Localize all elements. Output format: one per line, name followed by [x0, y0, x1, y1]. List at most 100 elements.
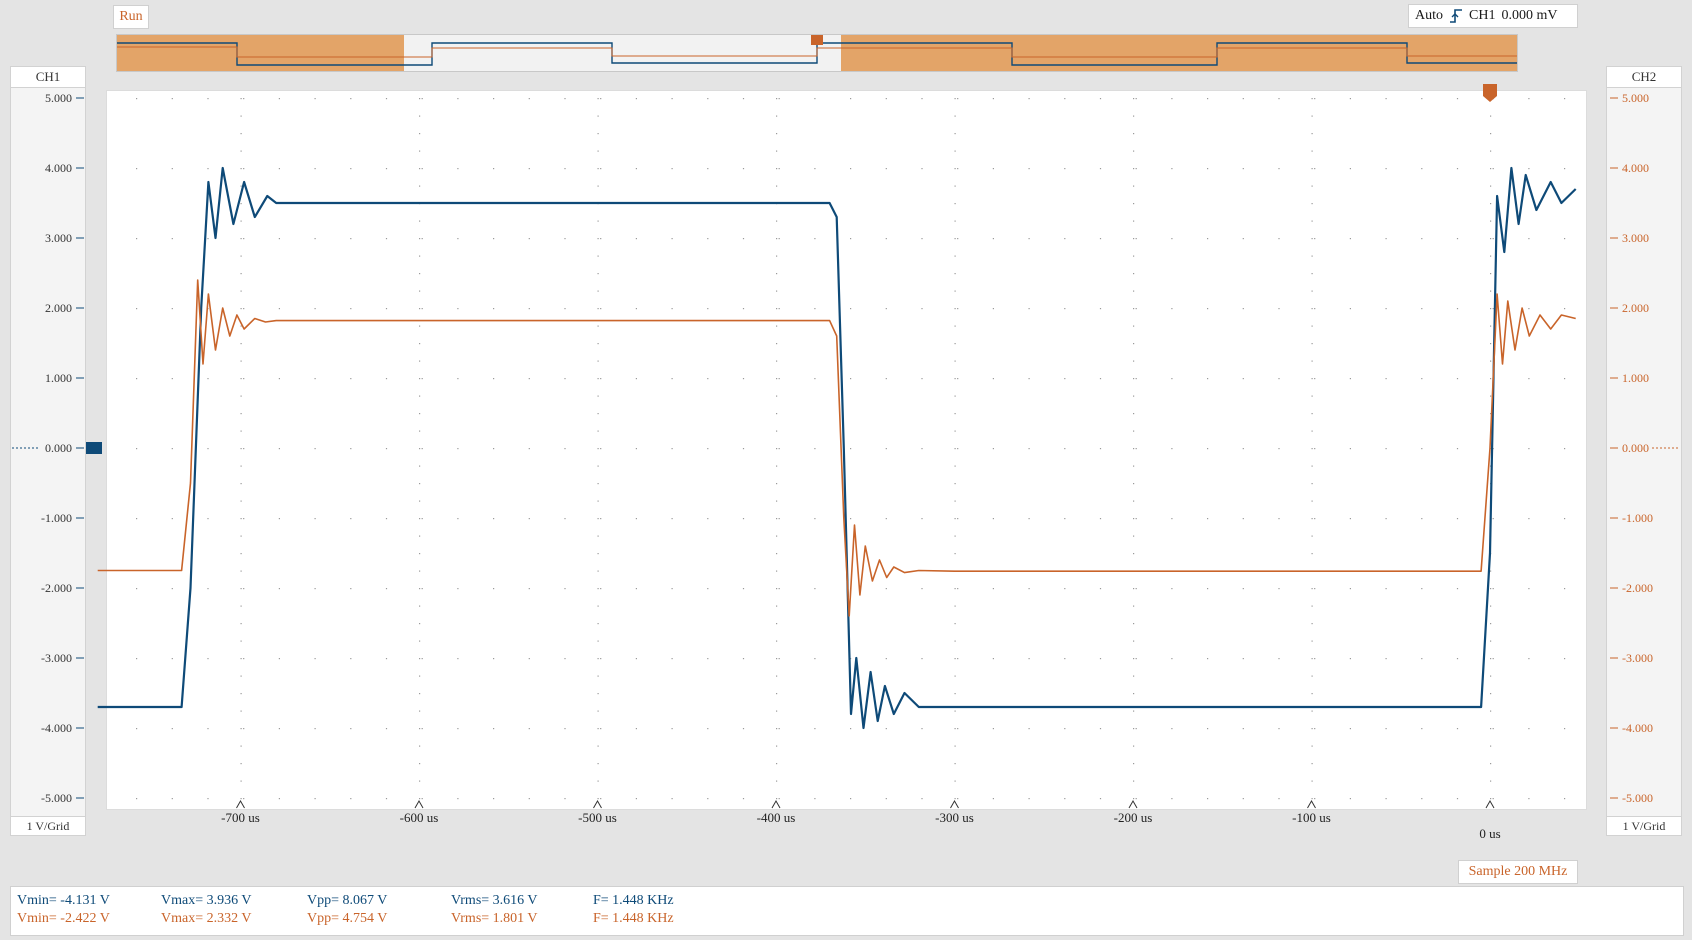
ch1-y-tick-label: -2.000 — [41, 581, 72, 595]
grid-dot — [992, 448, 994, 450]
grid-dot — [419, 640, 421, 642]
grid-dot — [1311, 185, 1313, 187]
grid-dot — [707, 448, 709, 450]
grid-dot — [419, 448, 421, 450]
grid-dot — [350, 448, 352, 450]
grid-dot — [1490, 255, 1492, 257]
grid-dot — [457, 588, 459, 590]
grid-dot — [597, 273, 599, 275]
grid-dot — [421, 798, 423, 800]
trigger-position-marker[interactable] — [1483, 84, 1497, 102]
grid-dot — [885, 378, 887, 380]
grid-dot — [776, 168, 778, 170]
grid-dot — [1311, 273, 1313, 275]
grid-dot — [992, 728, 994, 730]
grid-dot — [1207, 588, 1209, 590]
grid-dot — [1311, 378, 1313, 380]
grid-dot — [1171, 378, 1173, 380]
grid-dot — [954, 168, 956, 170]
grid-dot — [954, 798, 956, 800]
grid-dot — [954, 518, 956, 520]
grid-dot — [850, 448, 852, 450]
sample-rate-label[interactable]: Sample 200 MHz — [1458, 860, 1578, 884]
ch1-vpp: Vpp= 8.067 V — [307, 893, 388, 908]
grid-dot — [850, 168, 852, 170]
time-axis-ticks: -700 us -600 us -500 us -400 us -300 us -200 … — [221, 799, 1501, 841]
grid-dot — [1492, 728, 1494, 730]
grid-dot — [1028, 518, 1030, 520]
grid-dot — [1278, 378, 1280, 380]
grid-dot — [776, 798, 778, 800]
grid-dot — [671, 448, 673, 450]
grid-dot — [1207, 728, 1209, 730]
ch2-y-tick-label: -3.000 — [1622, 651, 1653, 665]
grid-dot — [1385, 728, 1387, 730]
grid-dot — [1456, 518, 1459, 520]
grid-dot — [1171, 168, 1173, 170]
grid-dot — [1242, 168, 1244, 170]
grid-dot — [1133, 238, 1135, 240]
grid-dot — [1135, 98, 1137, 100]
grid-dot — [1135, 588, 1137, 590]
grid-dot — [954, 325, 956, 327]
grid-dot — [776, 535, 778, 537]
grid-dot — [1064, 798, 1066, 800]
grid-dot — [597, 168, 599, 170]
ch1-y-tick-label: 0.000 — [45, 441, 72, 455]
grid-dot — [776, 150, 778, 152]
grid-dot — [243, 308, 245, 310]
grid-dot — [278, 308, 280, 310]
grid-dot — [992, 308, 994, 310]
grid-dot — [419, 220, 421, 222]
grid-dot — [243, 238, 245, 240]
grid-dot — [421, 168, 423, 170]
grid-dot — [1133, 185, 1135, 187]
grid-dot — [954, 133, 956, 135]
grid-dot — [419, 728, 421, 730]
grid-dot — [1490, 343, 1492, 345]
grid-dot — [1133, 763, 1135, 765]
grid-dot — [207, 238, 209, 240]
grid-dot — [1133, 500, 1135, 502]
grid-dot — [1564, 378, 1566, 380]
grid-dot — [671, 588, 673, 590]
grid-dot — [776, 658, 778, 660]
grid-dot — [597, 465, 599, 467]
grid-dot — [385, 588, 388, 590]
grid-dot — [742, 98, 745, 100]
grid-dot — [776, 238, 778, 240]
grid-dot — [240, 290, 242, 292]
grid-dot — [1133, 203, 1135, 205]
grid-dot — [1456, 238, 1459, 240]
grid-dot — [564, 98, 566, 100]
grid-dot — [1564, 588, 1566, 590]
grid-dot — [1133, 290, 1135, 292]
grid-dot — [957, 448, 959, 450]
grid-dot — [707, 728, 709, 730]
grid-dot — [742, 168, 745, 170]
grid-dot — [243, 728, 245, 730]
grid-dot — [1242, 798, 1244, 800]
grid-dot — [1207, 658, 1209, 660]
grid-dot — [1133, 553, 1135, 555]
grid-dot — [240, 763, 242, 765]
grid-dot — [1171, 238, 1173, 240]
ch1-zero-marker[interactable] — [86, 442, 102, 454]
grid-dot — [1133, 675, 1135, 677]
ch2-y-tick-label: -4.000 — [1622, 721, 1653, 735]
grid-dot — [742, 378, 745, 380]
grid-dot — [671, 728, 673, 730]
grid-dot — [1028, 308, 1030, 310]
grid-dot — [1135, 168, 1137, 170]
grid-dot — [1242, 448, 1244, 450]
grid-dot — [597, 780, 599, 782]
grid-dot — [1311, 413, 1313, 415]
grid-dot — [493, 658, 495, 660]
grid-dot — [597, 238, 599, 240]
grid-dot — [1456, 728, 1459, 730]
grid-dot — [1133, 588, 1135, 590]
grid-dot — [419, 378, 421, 380]
grid-dot — [1490, 623, 1492, 625]
grid-dot — [350, 518, 352, 520]
grid-dot — [1311, 465, 1313, 467]
